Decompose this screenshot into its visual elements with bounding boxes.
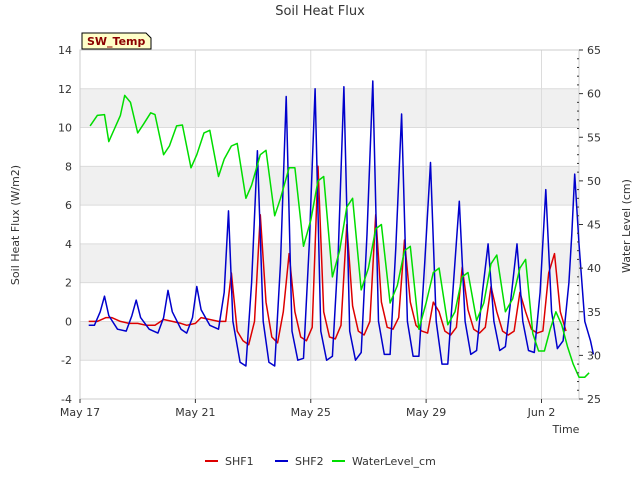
y-tick-label-left: 0: [65, 315, 72, 328]
y-tick-label-right: 65: [587, 44, 601, 57]
x-tick-label: May 21: [175, 406, 215, 419]
chart-title: Soil Heat Flux: [275, 4, 365, 19]
grid-band: [80, 88, 579, 128]
y-tick-label-left: 8: [65, 160, 72, 173]
y-tick-label-left: 12: [58, 83, 72, 96]
y-tick-label-left: 2: [65, 277, 72, 290]
y-axis-right-label: Water Level (cm): [620, 179, 633, 273]
grid-band: [80, 166, 579, 206]
sw-temp-badge: SW_Temp: [81, 32, 152, 50]
x-tick-label: Jun 2: [527, 406, 556, 419]
x-tick-label: May 29: [406, 406, 446, 419]
legend-label: SHF2: [295, 455, 324, 468]
badge-label: SW_Temp: [87, 35, 146, 48]
y-tick-label-left: 6: [65, 199, 72, 212]
y-tick-label-right: 50: [587, 175, 601, 188]
y-tick-label-right: 35: [587, 306, 601, 319]
legend-label: SHF1: [225, 455, 254, 468]
chart-figure: -4 -2 0 2 4 6 8 10 12 14 25 30 35 40 45 50 55 60 65 May 1…: [0, 0, 640, 480]
legend-label: WaterLevel_cm: [352, 455, 436, 468]
y-tick-label-right: 45: [587, 219, 601, 232]
x-axis-label: Time: [552, 423, 580, 436]
y-axis-left-label: Soil Heat Flux (W/m2): [9, 165, 22, 285]
y-tick-label-right: 60: [587, 88, 601, 101]
y-tick-label-left: 10: [58, 122, 72, 135]
chart-svg: -4 -2 0 2 4 6 8 10 12 14 25 30 35 40 45 50 55 60 65 May 1…: [0, 0, 640, 480]
y-tick-label-right: 25: [587, 393, 601, 406]
y-tick-label-right: 55: [587, 131, 601, 144]
y-tick-label-left: -4: [61, 393, 72, 406]
x-tick-label: May 25: [291, 406, 331, 419]
legend: SHF1 SHF2 WaterLevel_cm: [205, 455, 436, 468]
x-tick-label: May 17: [60, 406, 100, 419]
y-tick-label-left: 4: [65, 238, 72, 251]
y-tick-label-right: 30: [587, 349, 601, 362]
y-tick-label-left: 14: [58, 44, 72, 57]
y-tick-label-right: 40: [587, 262, 601, 275]
y-tick-label-left: -2: [61, 354, 72, 367]
grid-band: [80, 321, 579, 361]
